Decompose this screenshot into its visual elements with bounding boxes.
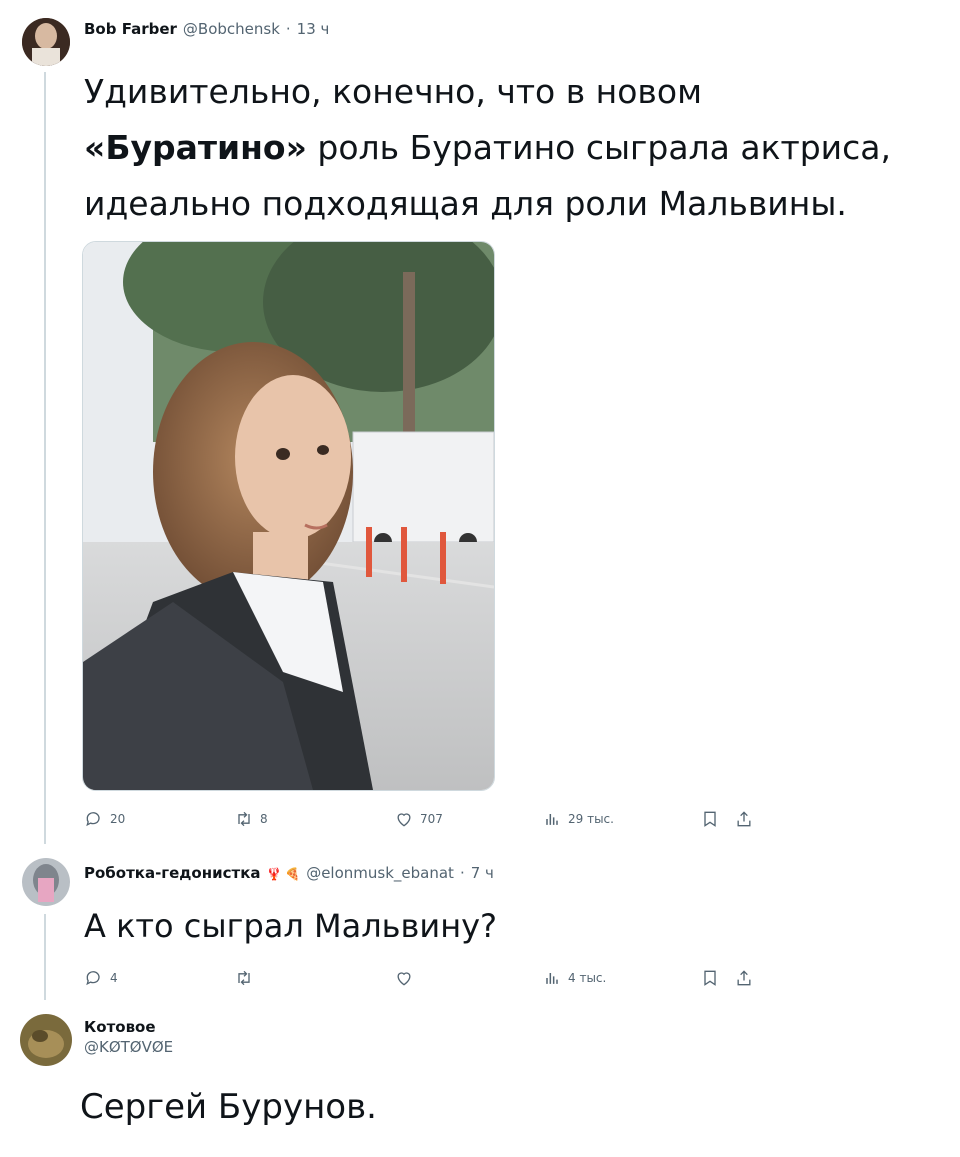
author-handle[interactable]: @KØTØVØE xyxy=(84,1038,173,1056)
author-emoji: 🦞 🍕 xyxy=(266,867,301,881)
tweet-text: Удивительно, конечно, что в новом «Бурат… xyxy=(84,64,891,232)
repost-count: 8 xyxy=(260,812,268,826)
tweet-meta: Котовое @KØTØVØE xyxy=(84,1018,173,1056)
avatar[interactable] xyxy=(20,1014,72,1066)
heart-icon xyxy=(397,813,411,827)
bookmark-icon xyxy=(704,970,716,986)
author-name[interactable]: Bob Farber xyxy=(84,20,177,38)
reply-count: 20 xyxy=(110,812,126,826)
repost-icon xyxy=(238,811,250,827)
bookmark-button[interactable] xyxy=(700,809,720,829)
repost-button[interactable] xyxy=(234,968,254,988)
views-icon xyxy=(546,973,558,984)
share-button[interactable] xyxy=(734,968,754,988)
share-icon xyxy=(737,811,751,827)
tweet-text: А кто сыграл Мальвину? xyxy=(84,907,498,945)
views-icon xyxy=(546,814,558,825)
tweet-meta: Роботка-гедонистка 🦞 🍕 @elonmusk_ebanat … xyxy=(84,864,494,882)
heart-icon xyxy=(397,972,411,986)
avatar[interactable] xyxy=(22,18,70,66)
reply-icon xyxy=(86,971,100,986)
tweet-text-line: Удивительно, конечно, что в новом xyxy=(84,72,702,111)
share-icon xyxy=(737,970,751,986)
tweet-text-line: «Буратино» роль Буратино сыграла актриса… xyxy=(84,120,891,176)
tweet-text-bold: «Буратино» xyxy=(84,128,307,167)
repost-button[interactable]: 8 xyxy=(234,809,268,829)
tweet-time[interactable]: 7 ч xyxy=(471,864,494,882)
avatar-image xyxy=(20,1014,72,1066)
reply-icon xyxy=(86,812,100,827)
bookmark-button[interactable] xyxy=(700,968,720,988)
view-count: 4 тыс. xyxy=(568,971,607,985)
author-name[interactable]: Котовое xyxy=(84,1018,156,1036)
like-button[interactable] xyxy=(394,968,414,988)
reply-button[interactable]: 4 xyxy=(84,968,118,988)
avatar-image xyxy=(22,858,70,906)
tweet-actions: 4 4 тыс. xyxy=(84,968,764,994)
author-handle[interactable]: @Bobchensk xyxy=(183,20,280,38)
thread-line xyxy=(44,72,46,844)
tweet-text-line: идеально подходящая для роли Мальвины. xyxy=(84,184,847,223)
view-count: 29 тыс. xyxy=(568,812,614,826)
share-button[interactable] xyxy=(734,809,754,829)
photo-image xyxy=(83,242,494,790)
tweet-photo[interactable] xyxy=(82,241,495,791)
like-count: 707 xyxy=(420,812,443,826)
like-button[interactable]: 707 xyxy=(394,809,443,829)
tweet-actions: 20 8 707 29 тыс. xyxy=(84,809,764,835)
avatar-image xyxy=(22,18,70,66)
author-name[interactable]: Роботка-гедонистка xyxy=(84,864,261,882)
tweet-meta: Bob Farber @Bobchensk · 13 ч xyxy=(84,20,330,38)
bookmark-icon xyxy=(704,811,716,827)
avatar[interactable] xyxy=(22,858,70,906)
tweet-text-rest: роль Буратино сыграла актриса, xyxy=(306,128,891,167)
author-handle[interactable]: @elonmusk_ebanat xyxy=(306,864,454,882)
tweet-text: Сергей Бурунов. xyxy=(80,1087,377,1127)
views-button[interactable]: 29 тыс. xyxy=(542,809,614,829)
reply-button[interactable]: 20 xyxy=(84,809,125,829)
repost-icon xyxy=(238,970,250,986)
reply-count: 4 xyxy=(110,971,118,985)
thread-line xyxy=(44,914,46,1000)
views-button[interactable]: 4 тыс. xyxy=(542,968,606,988)
tweet-time[interactable]: 13 ч xyxy=(297,20,330,38)
